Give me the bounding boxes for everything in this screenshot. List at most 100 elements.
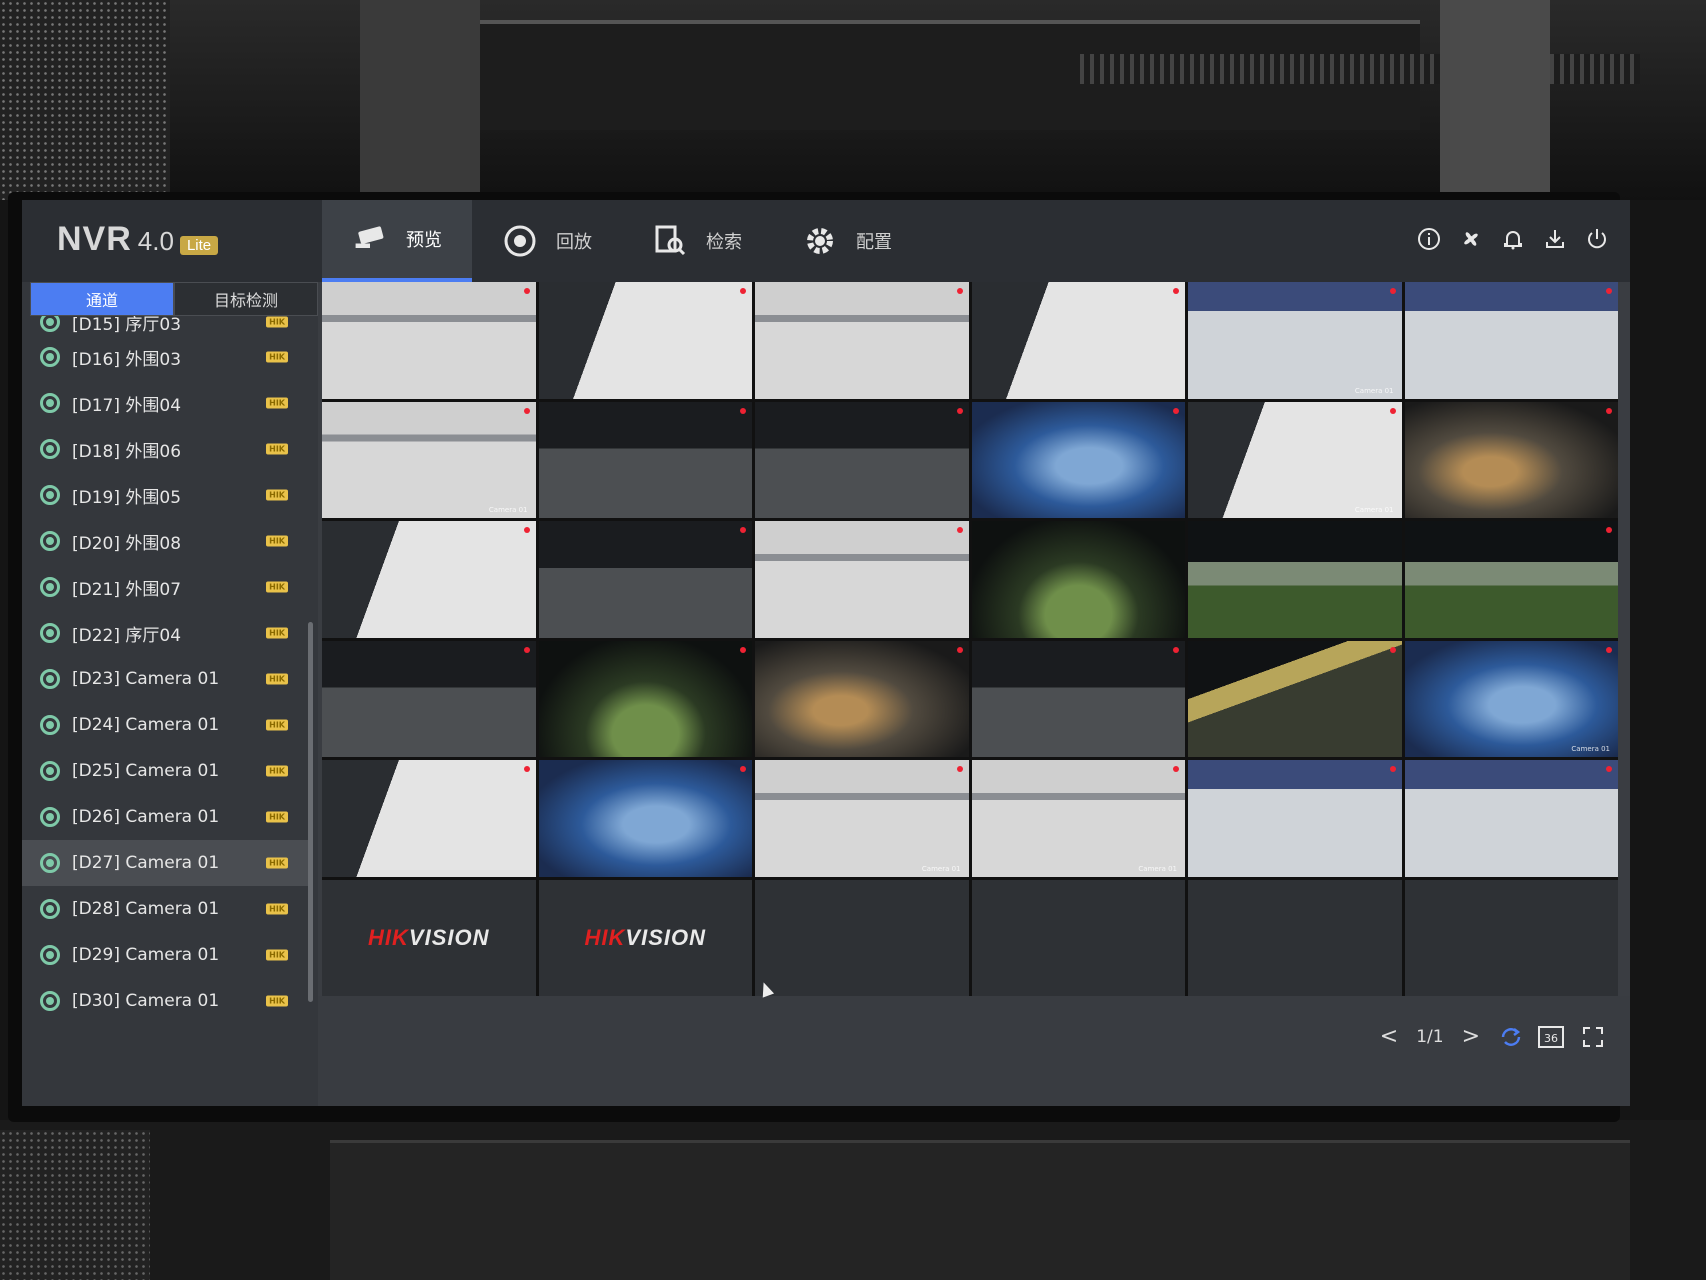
channel-item[interactable]: [D22] 序厅04 HIK (22, 610, 308, 656)
channel-scrollbar[interactable] (308, 622, 313, 1002)
video-tile[interactable] (538, 760, 752, 877)
hik-badge: HIK (266, 351, 288, 363)
nav-label: 回放 (556, 232, 592, 253)
channel-item[interactable]: [D19] 外围05 HIK (22, 472, 308, 518)
video-tile[interactable] (1188, 521, 1402, 638)
tile-label: Camera 01 (488, 506, 528, 514)
channel-item[interactable]: [D26] Camera 01 HIK (22, 794, 308, 840)
channel-label: [D29] Camera 01 (72, 945, 220, 965)
camera-online-icon (40, 577, 60, 597)
nav-search[interactable]: 检索 (622, 200, 772, 282)
video-tile-empty[interactable] (971, 879, 1185, 996)
video-tile[interactable] (538, 282, 752, 399)
video-tile[interactable] (1188, 760, 1402, 877)
tile-label: Camera 01 (921, 864, 961, 873)
record-indicator-icon (1173, 646, 1179, 653)
video-tile-empty[interactable] (1404, 879, 1618, 996)
video-tile[interactable] (322, 760, 536, 877)
hik-badge: HIK (266, 765, 288, 777)
info-icon[interactable] (1416, 226, 1442, 252)
video-tile-empty[interactable]: HIKVISION (538, 879, 752, 996)
video-tile[interactable]: Camera 01 (1188, 401, 1402, 518)
hik-badge: HIK (266, 316, 288, 328)
video-tile[interactable] (1404, 282, 1618, 399)
video-tile[interactable]: Camera 01 (755, 760, 969, 877)
video-tile[interactable] (755, 401, 969, 518)
nav-label: 检索 (706, 232, 742, 253)
hik-badge: HIK (266, 673, 288, 685)
channel-item[interactable]: [D15] 序厅03 HIK (22, 316, 308, 335)
channel-item[interactable]: [D28] Camera 01 HIK (22, 886, 308, 932)
video-tile[interactable] (755, 640, 969, 757)
video-tile[interactable] (971, 521, 1185, 638)
video-tile[interactable] (1404, 521, 1618, 638)
bell-icon[interactable] (1500, 226, 1526, 252)
channel-item[interactable]: [D16] 外围03 HIK (22, 334, 308, 380)
video-tile[interactable]: Camera 01 (1404, 640, 1618, 757)
power-icon[interactable] (1584, 226, 1610, 252)
video-tile[interactable] (1404, 760, 1618, 877)
channel-item[interactable]: [D20] 外围08 HIK (22, 518, 308, 564)
record-indicator-icon (740, 766, 746, 772)
vent-grille (1080, 54, 1640, 84)
camera-icon (352, 221, 388, 257)
prev-page-button[interactable]: < (1380, 1024, 1398, 1049)
gear-icon (802, 223, 838, 259)
mesh-panel (0, 1130, 150, 1280)
channel-item-selected[interactable]: [D27] Camera 01 HIK (22, 840, 308, 886)
video-tile[interactable] (538, 521, 752, 638)
video-tile[interactable] (322, 640, 536, 757)
channel-item[interactable]: [D23] Camera 01 HIK (22, 656, 308, 702)
record-indicator-icon (1606, 766, 1612, 772)
nav-config[interactable]: 配置 (772, 200, 922, 282)
app-name: NVR (57, 220, 132, 258)
video-tile[interactable] (755, 521, 969, 638)
video-tile[interactable] (1404, 401, 1618, 518)
camera-online-icon (40, 393, 60, 413)
video-tile[interactable] (1188, 640, 1402, 757)
channel-item[interactable]: [D25] Camera 01 HIK (22, 748, 308, 794)
hikvision-logo: HIKVISION (368, 924, 490, 950)
tab-channels[interactable]: 通道 (30, 282, 174, 316)
channel-item[interactable]: [D30] Camera 01 HIK (22, 978, 308, 1024)
video-tile[interactable] (538, 401, 752, 518)
next-page-button[interactable]: > (1462, 1024, 1480, 1049)
record-indicator-icon (740, 527, 746, 533)
record-indicator-icon (1173, 407, 1179, 414)
video-tile[interactable]: Camera 01 (971, 760, 1185, 877)
channel-item[interactable]: [D24] Camera 01 HIK (22, 702, 308, 748)
video-tile[interactable] (755, 282, 969, 399)
auto-switch-icon[interactable] (1498, 1024, 1524, 1050)
channel-item[interactable]: [D17] 外围04 HIK (22, 380, 308, 426)
video-tile-empty[interactable]: HIKVISION (322, 879, 536, 996)
video-tile[interactable] (971, 640, 1185, 757)
video-tile[interactable] (322, 282, 536, 399)
channel-item[interactable]: [D21] 外围07 HIK (22, 564, 308, 610)
video-tile[interactable] (538, 640, 752, 757)
video-tile-empty[interactable] (755, 879, 969, 996)
record-indicator-icon (1389, 407, 1396, 414)
record-indicator-icon (1173, 288, 1179, 294)
tab-target-detection[interactable]: 目标检测 (174, 282, 318, 316)
channel-item[interactable]: [D18] 外围06 HIK (22, 426, 308, 472)
top-actions (1416, 226, 1610, 252)
video-tile[interactable] (971, 401, 1185, 518)
video-tile[interactable]: Camera 01 (1188, 282, 1402, 399)
layout-36-button[interactable]: 36 (1538, 1024, 1564, 1050)
record-indicator-icon (740, 646, 746, 653)
nav-playback[interactable]: 回放 (472, 200, 622, 282)
channel-item[interactable]: [D29] Camera 01 HIK (22, 932, 308, 978)
channel-label: [D21] 外围07 (72, 579, 182, 600)
fullscreen-icon[interactable] (1580, 1024, 1606, 1050)
fan-icon[interactable] (1458, 226, 1484, 252)
video-tile[interactable] (971, 282, 1185, 399)
record-indicator-icon (523, 527, 530, 533)
video-tile[interactable]: Camera 01 (322, 401, 536, 518)
download-icon[interactable] (1542, 226, 1568, 252)
hik-badge: HIK (266, 627, 288, 639)
nav-preview[interactable]: 预览 (322, 200, 472, 282)
video-tile-empty[interactable] (1188, 879, 1402, 996)
camera-online-icon (40, 439, 60, 459)
camera-online-icon (40, 761, 60, 781)
video-tile[interactable] (322, 521, 536, 638)
